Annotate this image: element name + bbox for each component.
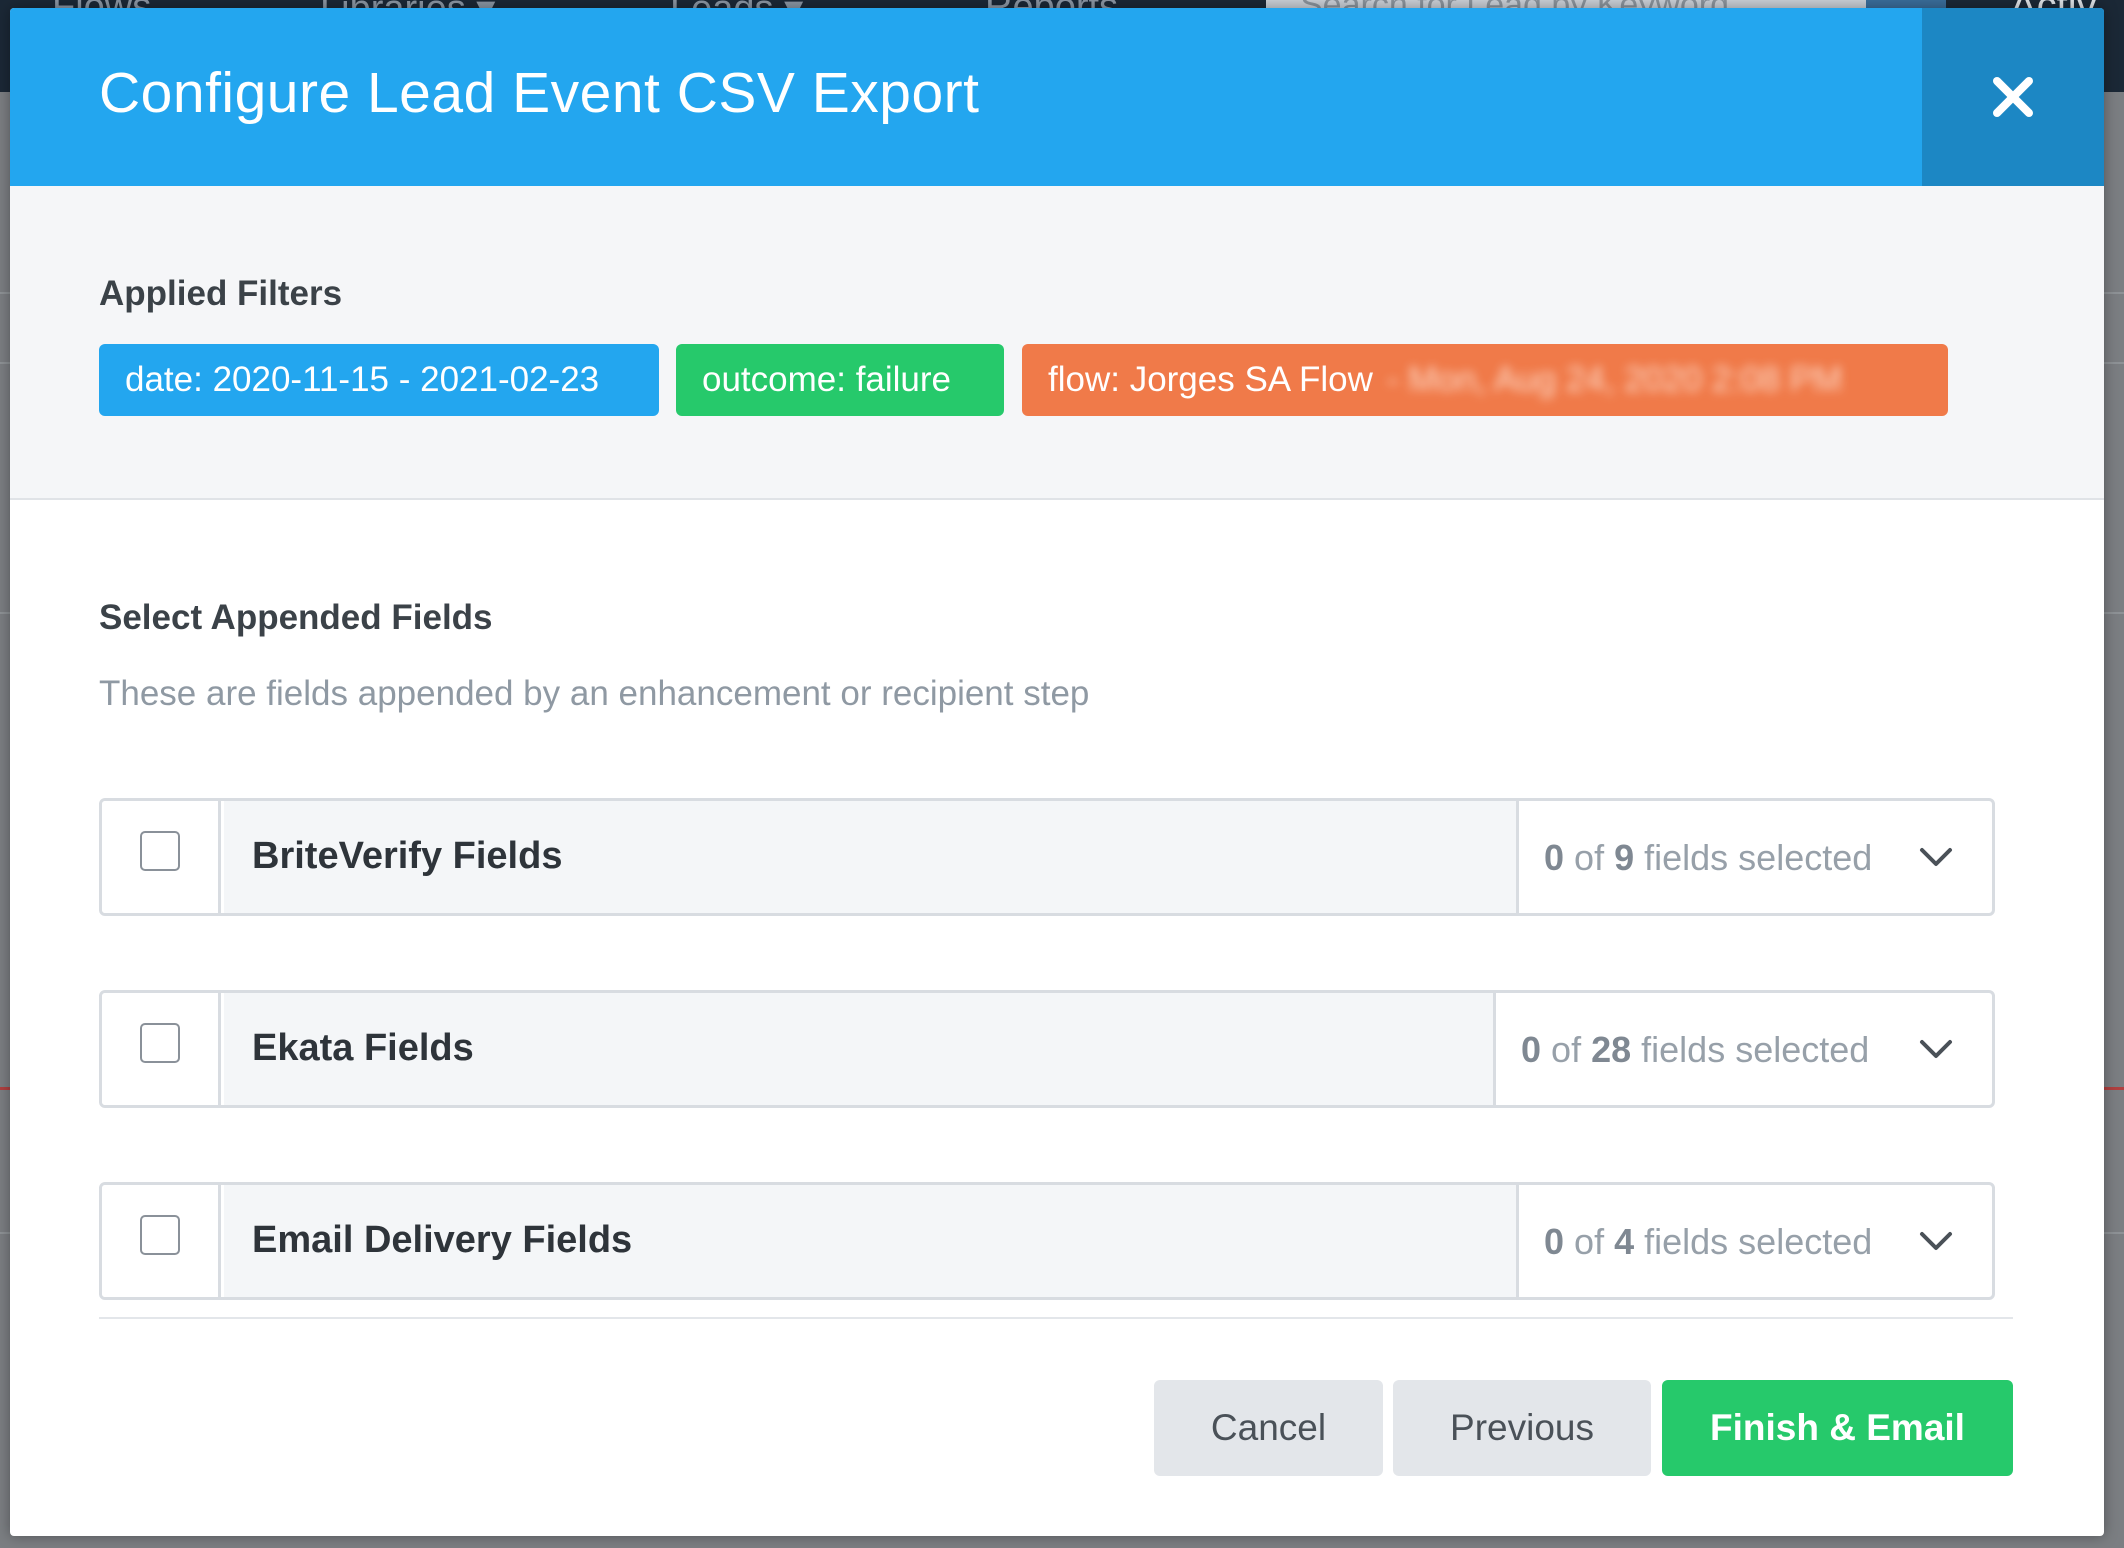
field-group-name: Ekata Fields [252,1027,474,1069]
field-group-email-delivery[interactable]: Email Delivery Fields 0 of 4 fields sele… [99,1182,1995,1300]
footer-divider [99,1317,2013,1319]
selected-number: 0 [1544,837,1565,878]
selected-number: 0 [1521,1029,1542,1070]
field-group-checkbox-cell [102,1185,221,1297]
filter-chip-flow-date-redacted: - Mon, Aug 24, 2020 2:08 PM [1386,360,1843,399]
chevron-down-icon[interactable] [1916,837,1956,877]
previous-button[interactable]: Previous [1393,1380,1651,1476]
chevron-down-icon[interactable] [1916,1029,1956,1069]
export-modal: Configure Lead Event CSV Export Applied … [10,8,2104,1536]
total-number: 4 [1614,1221,1635,1262]
of-text: of [1574,837,1605,878]
field-group-name-cell: Email Delivery Fields [224,1185,1519,1297]
filter-chip-date[interactable]: date: 2020-11-15 - 2021-02-23 [99,344,659,416]
of-text: of [1574,1221,1605,1262]
finish-email-button[interactable]: Finish & Email [1662,1380,2013,1476]
cancel-button[interactable]: Cancel [1154,1380,1383,1476]
close-icon [1993,77,2033,117]
filter-chip-flow-label: flow: Jorges SA Flow [1048,360,1373,399]
field-group-name: BriteVerify Fields [252,835,563,877]
close-button[interactable] [1922,8,2104,186]
field-group-name: Email Delivery Fields [252,1219,633,1261]
field-group-checkbox[interactable] [140,831,180,871]
field-group-checkbox-cell [102,801,221,913]
field-group-name-cell: Ekata Fields [224,993,1496,1105]
chevron-down-icon[interactable] [1916,1221,1956,1261]
applied-filters-heading: Applied Filters [99,274,343,313]
of-text: of [1551,1029,1582,1070]
filter-chip-outcome-label: outcome: failure [702,360,952,399]
field-group-selected-count: 0 of 9 fields selected [1544,837,1872,879]
appended-fields-description: These are fields appended by an enhancem… [99,674,1090,713]
field-group-ekata[interactable]: Ekata Fields 0 of 28 fields selected [99,990,1995,1108]
modal-header: Configure Lead Event CSV Export [10,8,2104,186]
total-number: 9 [1614,837,1635,878]
field-group-checkbox[interactable] [140,1215,180,1255]
applied-filters-section: Applied Filters date: 2020-11-15 - 2021-… [10,186,2104,500]
filter-chip-flow[interactable]: flow: Jorges SA Flow - Mon, Aug 24, 2020… [1022,344,1948,416]
selected-number: 0 [1544,1221,1565,1262]
appended-fields-heading: Select Appended Fields [99,598,493,637]
field-group-name-cell: BriteVerify Fields [224,801,1519,913]
filter-chip-outcome[interactable]: outcome: failure [676,344,1004,416]
count-suffix: fields selected [1644,1221,1873,1262]
modal-title: Configure Lead Event CSV Export [99,61,980,125]
field-group-checkbox[interactable] [140,1023,180,1063]
field-group-checkbox-cell [102,993,221,1105]
count-suffix: fields selected [1641,1029,1870,1070]
field-group-selected-count: 0 of 28 fields selected [1521,1029,1869,1071]
total-number: 28 [1591,1029,1632,1070]
filter-chip-date-label: date: 2020-11-15 - 2021-02-23 [125,360,600,399]
field-group-briteverify[interactable]: BriteVerify Fields 0 of 9 fields selecte… [99,798,1995,916]
count-suffix: fields selected [1644,837,1873,878]
field-group-selected-count: 0 of 4 fields selected [1544,1221,1872,1263]
